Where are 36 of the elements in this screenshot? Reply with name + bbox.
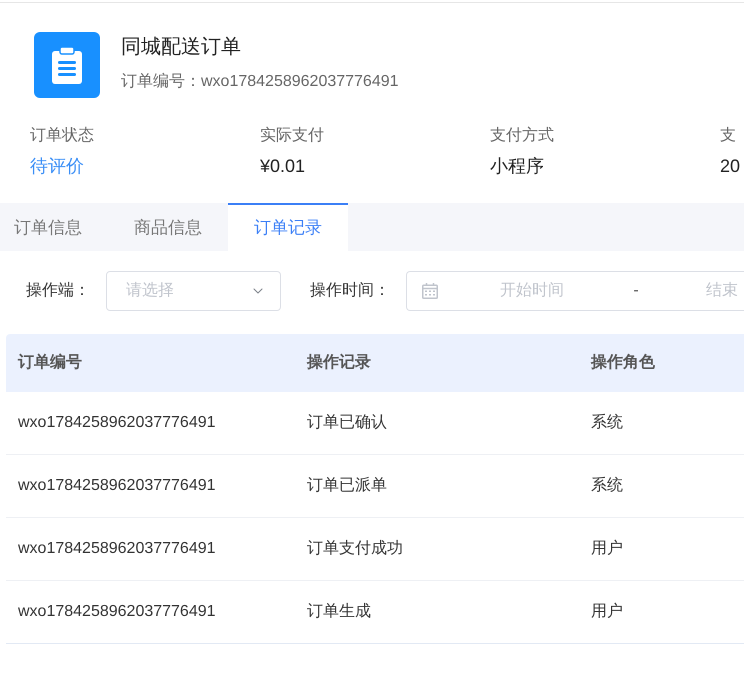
table-cell: 订单已确认 [307, 414, 387, 431]
table-cell: 系统 [591, 477, 623, 494]
table-cell: wxo1784258962037776491 [18, 414, 216, 431]
summary-label: 支付方式 [490, 126, 554, 146]
filter-label: 操作时间： [310, 280, 390, 301]
table-cell: wxo1784258962037776491 [18, 477, 216, 494]
table-cell: 订单生成 [307, 603, 371, 620]
column-header: 操作记录 [307, 354, 371, 371]
summary-value: 小程序 [490, 155, 544, 178]
summary-value: ¥0.01 [260, 155, 306, 178]
date-range-field[interactable]: 开始时间 - 结束 [406, 271, 744, 311]
table-cell: 用户 [591, 540, 623, 557]
calendar-icon [422, 283, 438, 299]
tab[interactable]: 商品信息 [108, 203, 228, 251]
summary-label: 实际支付 [260, 126, 324, 146]
table-cell: 订单支付成功 [307, 540, 403, 557]
table-cell: 订单已派单 [307, 477, 387, 494]
table-cell: wxo1784258962037776491 [18, 603, 216, 620]
table-cell: 用户 [591, 603, 623, 620]
summary-value: 20 [720, 155, 740, 178]
range-separator: - [632, 281, 640, 301]
table-cell: 系统 [591, 414, 623, 431]
column-header: 操作角色 [591, 354, 655, 371]
table-cell: wxo1784258962037776491 [18, 540, 216, 557]
end-date-input[interactable]: 结束 [706, 276, 742, 306]
order-title: 同城配送订单 [121, 35, 242, 60]
column-header: 订单编号 [18, 354, 82, 371]
tab[interactable]: 订单信息 [0, 203, 108, 251]
summary-label: 支 [720, 126, 736, 146]
filter-label: 操作端： [26, 280, 90, 301]
summary-label: 订单状态 [30, 126, 94, 146]
clipboard-icon [34, 32, 100, 98]
start-date-input[interactable]: 开始时间 [442, 276, 622, 306]
order-number: 订单编号：wxo1784258962037776491 [121, 72, 399, 92]
status-value: 待评价 [30, 155, 84, 178]
tab[interactable]: 订单记录 [228, 203, 348, 251]
